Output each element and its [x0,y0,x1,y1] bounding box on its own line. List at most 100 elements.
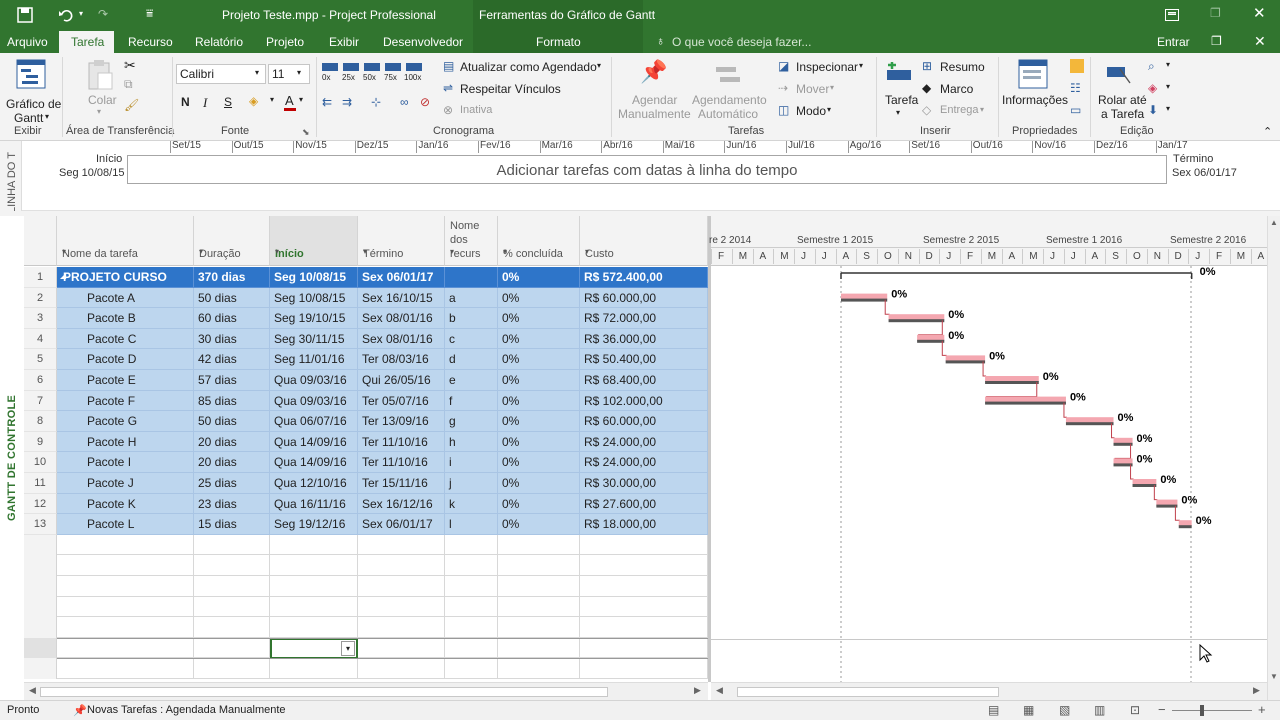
empty-cell[interactable] [498,576,580,597]
cell-end[interactable]: Qui 26/05/16 [358,370,445,391]
empty-row[interactable] [24,637,708,659]
timeline-bar[interactable]: Adicionar tarefas com datas à linha do t… [127,155,1167,184]
empty-cell[interactable] [445,637,498,659]
details-icon[interactable]: ☷ [1070,81,1081,95]
insert-summary-button[interactable]: Resumo [940,60,985,74]
zoom-slider[interactable] [1172,710,1252,711]
cell-dur[interactable]: 25 dias [194,473,270,494]
tab-formato[interactable]: Formato [536,35,581,49]
empty-cell[interactable] [445,555,498,576]
table-row[interactable]: 12 Pacote K 23 dias Qua 16/11/16 Sex 16/12/1… [24,493,708,515]
deliverable-dropdown-icon[interactable]: ▾ [980,105,984,114]
notes-icon[interactable] [1070,59,1084,73]
column-header-5[interactable]: % concluída ▾ [498,216,580,266]
scroll-down-icon[interactable]: ▼ [1270,672,1278,681]
find-icon[interactable]: ⌕ [1148,59,1155,74]
row-number[interactable]: 11 [24,473,57,494]
cell-cost[interactable]: R$ 30.000,00 [580,473,708,494]
column-header-1[interactable]: Duração ▾ [194,216,270,266]
row-number[interactable]: 6 [24,370,57,391]
cell-res[interactable]: l [445,514,498,535]
collapse-ribbon-icon[interactable]: ⌃ [1263,125,1272,138]
cell-name[interactable]: Pacote L [57,514,194,535]
cell-res[interactable]: b [445,308,498,329]
maximize-icon[interactable]: ❐ [1210,6,1221,20]
close-doc-icon[interactable]: ✕ [1254,33,1266,50]
mode-dropdown-icon[interactable]: ▾ [827,105,831,114]
cell-pct[interactable]: 0% [498,431,580,453]
cell-start[interactable]: Qua 16/11/16 [270,493,358,515]
cell-pct[interactable]: 0% [498,411,580,432]
cell-end[interactable]: Sex 06/01/17 [358,514,445,535]
tab-tarefa[interactable]: Tarefa [71,35,104,49]
empty-cell[interactable] [358,637,445,659]
font-name-select[interactable]: Calibri ▾ [176,64,266,84]
cell-end[interactable]: Ter 05/07/16 [358,390,445,412]
cell-res[interactable]: c [445,328,498,350]
cell-name[interactable]: Pacote H [57,431,194,453]
auto-schedule-label-1[interactable]: Agendamento [692,93,767,107]
cell-name[interactable]: Pacote E [57,370,194,391]
empty-row[interactable] [24,617,708,638]
table-row[interactable]: 5 Pacote D 42 dias Seg 11/01/16 Ter 08/03/16… [24,349,708,370]
cell-cost[interactable]: R$ 68.400,00 [580,370,708,391]
cell-res[interactable]: a [445,287,498,309]
empty-cell[interactable] [580,596,708,618]
tab-relatorio[interactable]: Relatório [195,35,243,49]
empty-cell[interactable] [270,658,358,679]
cell-end[interactable]: Ter 15/11/16 [358,473,445,494]
new-tasks-mode[interactable]: Novas Tarefas : Agendada Manualmente [87,704,286,716]
customize-qat-icon[interactable]: ⩸ [146,6,153,21]
gantt-hscroll[interactable]: ◀ ▶ [711,682,1267,700]
format-painter-icon[interactable]: 🖌 [124,98,139,112]
font-size-select[interactable]: ▾ 11 [268,64,310,84]
empty-cell[interactable] [194,534,270,556]
clear-icon[interactable]: ◈ [1148,81,1157,95]
zoom-out-icon[interactable]: − [1158,702,1166,717]
empty-cell[interactable] [270,534,358,556]
indent-icon[interactable]: ⇉ [342,95,352,109]
cell-cost[interactable]: R$ 27.600,00 [580,493,708,515]
cell-start[interactable]: Qua 14/09/16 [270,452,358,473]
respect-links-button[interactable]: Respeitar Vínculos [460,82,561,96]
cell-cost[interactable]: R$ 60.000,00 [580,287,708,309]
cell-start[interactable]: Qua 09/03/16 [270,370,358,391]
underline-button[interactable]: S [224,95,232,109]
cell-cost[interactable]: R$ 572.400,00 [580,267,708,288]
cell-start[interactable]: Seg 19/12/16 [270,514,358,535]
cell-end[interactable]: Sex 08/01/16 [358,328,445,350]
cell-dur[interactable]: 20 dias [194,452,270,473]
paste-dropdown-icon[interactable]: ▾ [97,107,101,116]
empty-cell[interactable] [358,555,445,576]
empty-cell[interactable] [270,555,358,576]
cell-start[interactable]: Seg 30/11/15 [270,328,358,350]
find-dropdown-icon[interactable]: ▾ [1166,60,1170,69]
row-number[interactable]: 8 [24,411,57,432]
zoom-slider-thumb[interactable] [1200,705,1204,716]
update-dropdown-icon[interactable]: ▾ [597,61,601,70]
cell-start[interactable]: Qua 06/07/16 [270,411,358,432]
cell-dur[interactable]: 20 dias [194,431,270,453]
table-row[interactable]: 10 Pacote I 20 dias Qua 14/09/16 Ter 11/10/1… [24,452,708,473]
cell-res[interactable]: h [445,431,498,453]
manual-schedule-label-2[interactable]: Manualmente [618,107,691,121]
grid-hscroll-thumb[interactable] [40,687,608,697]
table-row[interactable]: 4 Pacote C 30 dias Seg 30/11/15 Sex 08/01/16… [24,328,708,350]
gantt-scroll-right-icon[interactable]: ▶ [1253,685,1260,696]
empty-cell[interactable] [57,534,194,556]
table-row[interactable]: 6 Pacote E 57 dias Qua 09/03/16 Qui 26/05/16… [24,370,708,391]
empty-cell[interactable] [57,658,194,679]
cell-dur[interactable]: 85 dias [194,390,270,412]
view-report-icon[interactable]: ⊡ [1130,703,1140,717]
table-row[interactable]: 3 Pacote B 60 dias Seg 19/10/15 Sex 08/01/16… [24,308,708,329]
cell-end[interactable]: Ter 11/10/16 [358,431,445,453]
vscroll[interactable]: ▲ ▼ [1267,216,1280,700]
empty-cell[interactable] [445,576,498,597]
empty-cell[interactable] [498,637,580,659]
move-dropdown-icon[interactable]: ▾ [830,83,834,92]
empty-cell[interactable] [194,576,270,597]
date-picker-dropdown-icon[interactable]: ▾ [341,640,355,656]
empty-cell[interactable] [580,637,708,659]
cell-cost[interactable]: R$ 24.000,00 [580,452,708,473]
row-number[interactable]: 13 [24,514,57,535]
